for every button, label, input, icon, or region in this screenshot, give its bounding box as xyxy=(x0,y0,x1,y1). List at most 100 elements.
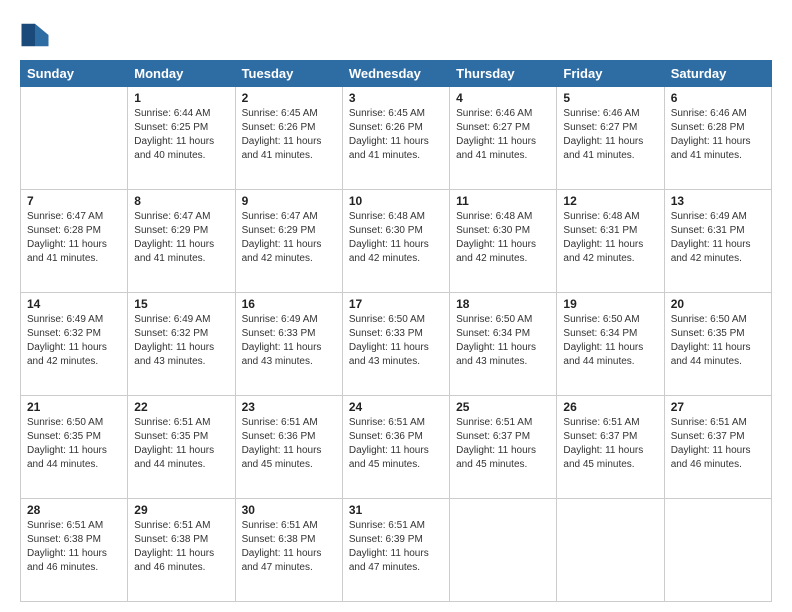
calendar-cell: 23 Sunrise: 6:51 AMSunset: 6:36 PMDayligh… xyxy=(235,396,342,499)
day-number: 15 xyxy=(134,297,228,311)
calendar-cell: 26 Sunrise: 6:51 AMSunset: 6:37 PMDayligh… xyxy=(557,396,664,499)
day-number: 13 xyxy=(671,194,765,208)
day-info: Sunrise: 6:51 AMSunset: 6:35 PMDaylight:… xyxy=(134,416,228,472)
calendar-cell: 30 Sunrise: 6:51 AMSunset: 6:38 PMDayligh… xyxy=(235,499,342,602)
calendar-cell: 10 Sunrise: 6:48 AMSunset: 6:30 PMDayligh… xyxy=(342,190,449,293)
day-info: Sunrise: 6:45 AMSunset: 6:26 PMDaylight:… xyxy=(242,107,336,163)
calendar-cell: 1Sunrise: 6:44 AMSunset: 6:25 PMDaylight… xyxy=(128,87,235,190)
day-number: 14 xyxy=(27,297,121,311)
calendar-cell: 5Sunrise: 6:46 AMSunset: 6:27 PMDaylight… xyxy=(557,87,664,190)
day-number: 21 xyxy=(27,400,121,414)
day-info: Sunrise: 6:49 AMSunset: 6:31 PMDaylight:… xyxy=(671,210,765,266)
weekday-header-tuesday: Tuesday xyxy=(235,61,342,87)
weekday-header-row: SundayMondayTuesdayWednesdayThursdayFrid… xyxy=(21,61,772,87)
day-number: 7 xyxy=(27,194,121,208)
weekday-header-friday: Friday xyxy=(557,61,664,87)
calendar-cell: 29 Sunrise: 6:51 AMSunset: 6:38 PMDayligh… xyxy=(128,499,235,602)
calendar-cell: 12 Sunrise: 6:48 AMSunset: 6:31 PMDayligh… xyxy=(557,190,664,293)
logo-icon xyxy=(20,20,50,50)
header xyxy=(20,15,772,50)
logo xyxy=(20,20,52,50)
day-info: Sunrise: 6:50 AMSunset: 6:34 PMDaylight:… xyxy=(563,313,657,369)
day-number: 31 xyxy=(349,503,443,517)
calendar-cell: 22 Sunrise: 6:51 AMSunset: 6:35 PMDayligh… xyxy=(128,396,235,499)
weekday-header-monday: Monday xyxy=(128,61,235,87)
calendar-week-3: 14 Sunrise: 6:49 AMSunset: 6:32 PMDayligh… xyxy=(21,293,772,396)
day-info: Sunrise: 6:51 AMSunset: 6:38 PMDaylight:… xyxy=(134,519,228,575)
weekday-header-sunday: Sunday xyxy=(21,61,128,87)
calendar-cell: 21 Sunrise: 6:50 AMSunset: 6:35 PMDayligh… xyxy=(21,396,128,499)
day-number: 23 xyxy=(242,400,336,414)
day-info: Sunrise: 6:48 AMSunset: 6:30 PMDaylight:… xyxy=(349,210,443,266)
calendar-cell xyxy=(557,499,664,602)
day-info: Sunrise: 6:51 AMSunset: 6:36 PMDaylight:… xyxy=(242,416,336,472)
day-info: Sunrise: 6:47 AMSunset: 6:29 PMDaylight:… xyxy=(242,210,336,266)
calendar-cell: 6 Sunrise: 6:46 AMSunset: 6:28 PMDaylight… xyxy=(664,87,771,190)
day-info: Sunrise: 6:46 AMSunset: 6:28 PMDaylight:… xyxy=(671,107,765,163)
calendar-cell: 3 Sunrise: 6:45 AMSunset: 6:26 PMDaylight… xyxy=(342,87,449,190)
day-number: 2 xyxy=(242,91,336,105)
calendar-cell: 14 Sunrise: 6:49 AMSunset: 6:32 PMDayligh… xyxy=(21,293,128,396)
day-number: 28 xyxy=(27,503,121,517)
day-number: 17 xyxy=(349,297,443,311)
day-number: 22 xyxy=(134,400,228,414)
day-info: Sunrise: 6:49 AMSunset: 6:32 PMDaylight:… xyxy=(27,313,121,369)
calendar-cell xyxy=(21,87,128,190)
day-number: 16 xyxy=(242,297,336,311)
day-number: 12 xyxy=(563,194,657,208)
day-info: Sunrise: 6:48 AMSunset: 6:30 PMDaylight:… xyxy=(456,210,550,266)
weekday-header-saturday: Saturday xyxy=(664,61,771,87)
day-info: Sunrise: 6:48 AMSunset: 6:31 PMDaylight:… xyxy=(563,210,657,266)
day-info: Sunrise: 6:51 AMSunset: 6:37 PMDaylight:… xyxy=(563,416,657,472)
calendar-cell: 7 Sunrise: 6:47 AMSunset: 6:28 PMDaylight… xyxy=(21,190,128,293)
calendar-cell: 13 Sunrise: 6:49 AMSunset: 6:31 PMDayligh… xyxy=(664,190,771,293)
weekday-header-thursday: Thursday xyxy=(450,61,557,87)
day-number: 25 xyxy=(456,400,550,414)
page: SundayMondayTuesdayWednesdayThursdayFrid… xyxy=(0,0,792,612)
day-info: Sunrise: 6:49 AMSunset: 6:33 PMDaylight:… xyxy=(242,313,336,369)
day-info: Sunrise: 6:51 AMSunset: 6:37 PMDaylight:… xyxy=(671,416,765,472)
day-info: Sunrise: 6:46 AMSunset: 6:27 PMDaylight:… xyxy=(563,107,657,163)
day-info: Sunrise: 6:50 AMSunset: 6:34 PMDaylight:… xyxy=(456,313,550,369)
calendar-cell: 27 Sunrise: 6:51 AMSunset: 6:37 PMDayligh… xyxy=(664,396,771,499)
calendar-cell: 28 Sunrise: 6:51 AMSunset: 6:38 PMDayligh… xyxy=(21,499,128,602)
calendar: SundayMondayTuesdayWednesdayThursdayFrid… xyxy=(20,60,772,602)
calendar-cell xyxy=(664,499,771,602)
calendar-cell xyxy=(450,499,557,602)
calendar-cell: 9 Sunrise: 6:47 AMSunset: 6:29 PMDaylight… xyxy=(235,190,342,293)
calendar-week-1: 1Sunrise: 6:44 AMSunset: 6:25 PMDaylight… xyxy=(21,87,772,190)
day-info: Sunrise: 6:51 AMSunset: 6:38 PMDaylight:… xyxy=(242,519,336,575)
day-number: 20 xyxy=(671,297,765,311)
day-number: 29 xyxy=(134,503,228,517)
calendar-cell: 20Sunrise: 6:50 AMSunset: 6:35 PMDayligh… xyxy=(664,293,771,396)
calendar-cell: 4Sunrise: 6:46 AMSunset: 6:27 PMDaylight… xyxy=(450,87,557,190)
calendar-cell: 19 Sunrise: 6:50 AMSunset: 6:34 PMDayligh… xyxy=(557,293,664,396)
calendar-cell: 24Sunrise: 6:51 AMSunset: 6:36 PMDayligh… xyxy=(342,396,449,499)
calendar-week-4: 21 Sunrise: 6:50 AMSunset: 6:35 PMDayligh… xyxy=(21,396,772,499)
day-number: 9 xyxy=(242,194,336,208)
day-info: Sunrise: 6:50 AMSunset: 6:33 PMDaylight:… xyxy=(349,313,443,369)
calendar-cell: 11 Sunrise: 6:48 AMSunset: 6:30 PMDayligh… xyxy=(450,190,557,293)
day-info: Sunrise: 6:50 AMSunset: 6:35 PMDaylight:… xyxy=(27,416,121,472)
day-number: 19 xyxy=(563,297,657,311)
calendar-cell: 8Sunrise: 6:47 AMSunset: 6:29 PMDaylight… xyxy=(128,190,235,293)
day-number: 6 xyxy=(671,91,765,105)
calendar-cell: 2 Sunrise: 6:45 AMSunset: 6:26 PMDaylight… xyxy=(235,87,342,190)
day-number: 11 xyxy=(456,194,550,208)
day-number: 4 xyxy=(456,91,550,105)
calendar-cell: 18Sunrise: 6:50 AMSunset: 6:34 PMDayligh… xyxy=(450,293,557,396)
day-number: 30 xyxy=(242,503,336,517)
calendar-cell: 15Sunrise: 6:49 AMSunset: 6:32 PMDayligh… xyxy=(128,293,235,396)
calendar-cell: 25Sunrise: 6:51 AMSunset: 6:37 PMDayligh… xyxy=(450,396,557,499)
day-number: 27 xyxy=(671,400,765,414)
day-info: Sunrise: 6:47 AMSunset: 6:28 PMDaylight:… xyxy=(27,210,121,266)
calendar-week-5: 28 Sunrise: 6:51 AMSunset: 6:38 PMDayligh… xyxy=(21,499,772,602)
day-info: Sunrise: 6:44 AMSunset: 6:25 PMDaylight:… xyxy=(134,107,228,163)
day-number: 10 xyxy=(349,194,443,208)
day-number: 26 xyxy=(563,400,657,414)
day-info: Sunrise: 6:45 AMSunset: 6:26 PMDaylight:… xyxy=(349,107,443,163)
calendar-cell: 17 Sunrise: 6:50 AMSunset: 6:33 PMDayligh… xyxy=(342,293,449,396)
day-info: Sunrise: 6:51 AMSunset: 6:38 PMDaylight:… xyxy=(27,519,121,575)
day-info: Sunrise: 6:47 AMSunset: 6:29 PMDaylight:… xyxy=(134,210,228,266)
day-number: 3 xyxy=(349,91,443,105)
